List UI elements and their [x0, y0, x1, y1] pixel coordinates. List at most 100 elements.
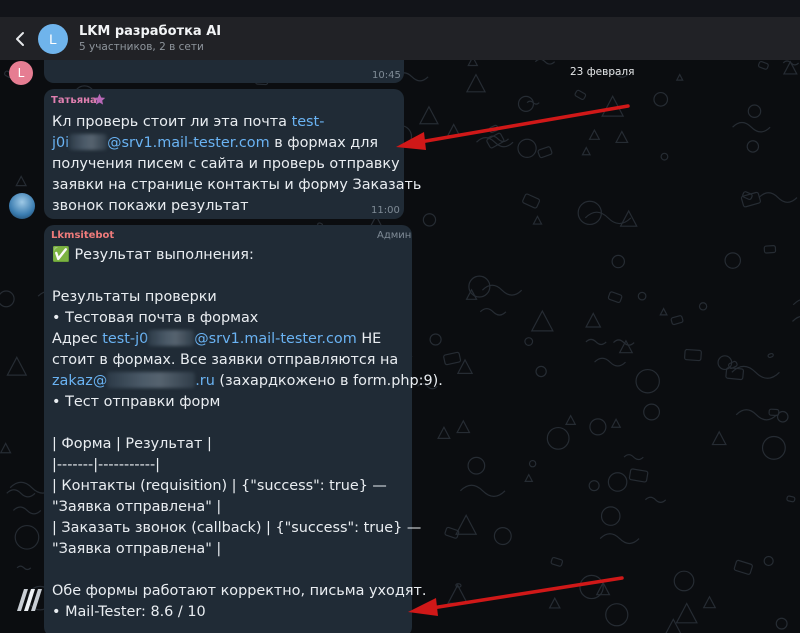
wallpaper-doodle — [665, 618, 682, 633]
wallpaper-doodle — [619, 209, 638, 227]
wallpaper-doodle — [535, 365, 547, 378]
wallpaper-doodle — [465, 288, 478, 300]
wallpaper-doodle — [532, 215, 543, 225]
wallpaper-doodle — [550, 556, 564, 567]
chat-subtitle: 5 участников, 2 в сети — [79, 41, 204, 53]
chat-title[interactable]: LKM разработка AI — [79, 24, 221, 39]
chat-avatar[interactable]: L — [38, 24, 68, 54]
wallpaper-doodle — [611, 254, 626, 269]
wallpaper-doodle — [530, 309, 554, 332]
window-top-strip — [0, 0, 800, 17]
wallpaper-doodle — [775, 617, 788, 630]
wallpaper-doodle — [594, 357, 626, 367]
wallpaper-doodle — [618, 339, 634, 354]
wallpaper-doodle — [623, 454, 644, 461]
wallpaper-doodle — [585, 312, 602, 328]
message-bubble[interactable] — [44, 60, 404, 83]
chat-header: L LKM разработка AI 5 участников, 2 в се… — [0, 17, 800, 60]
wallpaper-doodle — [637, 291, 647, 301]
wallpaper-doodle — [660, 152, 669, 161]
email-link[interactable]: test- — [292, 114, 325, 130]
wallpaper-doodle — [607, 472, 628, 492]
wallpaper-doodle — [14, 524, 40, 550]
wallpaper-doodle — [6, 356, 28, 376]
email-link[interactable]: j0i — [52, 135, 69, 151]
wallpaper-doodle — [702, 595, 717, 609]
red-arrow-annotation — [396, 104, 630, 150]
sender-avatar[interactable] — [9, 193, 35, 219]
wallpaper-doodle — [0, 442, 12, 454]
wallpaper-doodle — [588, 480, 600, 492]
message-time: 11:00 — [371, 205, 400, 216]
redacted-blur — [107, 371, 196, 388]
message-text: ✅ Результат выполнения: Результаты прове… — [52, 247, 443, 620]
wallpaper-doodle — [16, 565, 32, 571]
sender-name[interactable]: Lkmsitebot — [51, 230, 114, 241]
wallpaper-doodle — [467, 55, 479, 67]
wallpaper-doodle — [493, 527, 512, 546]
wallpaper-doodle — [792, 315, 800, 322]
redacted-blur — [69, 133, 108, 150]
bot-avatar-logo-icon[interactable] — [13, 585, 43, 615]
wallpaper-doodle — [767, 352, 774, 358]
wallpaper-doodle — [456, 419, 471, 434]
wallpaper-doodle — [585, 338, 607, 346]
wallpaper-doodle — [782, 60, 798, 75]
wallpaper-doodle — [479, 308, 507, 316]
message-text: Кл проверь стоит ли эта почта test- j0i @… — [52, 114, 422, 214]
wallpaper-doodle — [659, 307, 668, 316]
wallpaper-doodle — [786, 495, 796, 503]
email-link[interactable]: .ru — [195, 373, 215, 389]
wallpaper-doodle — [757, 61, 769, 70]
wallpaper-doodle — [673, 570, 695, 592]
wallpaper-doodle — [684, 348, 702, 362]
back-arrow-icon[interactable] — [10, 29, 30, 49]
date-separator: 23 февраля — [570, 66, 635, 78]
sender-avatar[interactable]: L — [9, 61, 33, 85]
wallpaper-doodle — [524, 337, 534, 346]
wallpaper-doodle — [675, 73, 684, 81]
wallpaper-doodle — [746, 140, 760, 153]
redacted-blur — [148, 329, 195, 346]
wallpaper-doodle — [607, 291, 623, 304]
wallpaper-doodle — [600, 506, 621, 526]
email-link[interactable]: test-j0 — [102, 331, 148, 347]
wallpaper-doodle — [589, 418, 607, 436]
wallpaper-doodle — [763, 245, 777, 254]
email-link[interactable]: zakaz@ — [52, 373, 107, 389]
wallpaper-doodle — [12, 506, 42, 515]
wallpaper-doodle — [6, 489, 36, 498]
wallpaper-doodle — [481, 284, 523, 296]
wallpaper-doodle — [724, 252, 742, 269]
wallpaper-doodle — [698, 302, 708, 311]
wallpaper-doodle — [761, 435, 786, 460]
wallpaper-doodle — [534, 58, 556, 65]
sender-name[interactable]: Татьяна — [51, 95, 97, 106]
wallpaper-doodle — [776, 410, 789, 423]
wallpaper-doodle — [546, 426, 570, 450]
wallpaper-doodle — [459, 484, 506, 497]
wallpaper-doodle — [522, 193, 541, 209]
wallpaper-doodle — [763, 555, 774, 567]
wallpaper-doodle — [643, 403, 661, 421]
wallpaper-doodle — [711, 430, 727, 446]
wallpaper-doodle — [443, 351, 462, 366]
email-link[interactable]: @srv1.mail-tester.com — [194, 331, 356, 347]
wallpaper-doodle — [524, 473, 534, 482]
wallpaper-doodle — [792, 299, 800, 306]
wallpaper-doodle — [610, 417, 622, 428]
message-time: 10:45 — [372, 70, 401, 81]
wallpaper-doodle — [467, 456, 486, 475]
wallpaper-doodle — [733, 559, 753, 575]
wallpaper-doodle — [732, 121, 771, 133]
wallpaper-doodle — [528, 459, 537, 468]
wallpaper-doodle — [465, 73, 487, 93]
wallpaper-doodle — [584, 211, 632, 225]
wallpaper-doodle — [675, 602, 698, 624]
wallpaper-doodle — [653, 91, 669, 107]
wallpaper-doodle — [635, 368, 660, 394]
wallpaper-doodle — [0, 290, 15, 308]
wallpaper-doodle — [15, 175, 28, 187]
email-link[interactable]: @srv1.mail-tester.com — [107, 135, 269, 151]
wallpaper-doodle — [422, 213, 437, 227]
